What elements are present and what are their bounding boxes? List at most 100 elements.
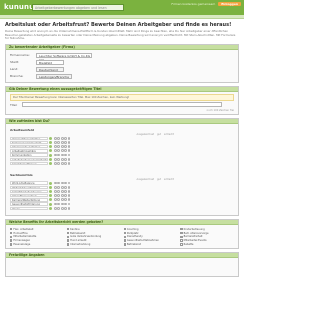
star-icon[interactable] xyxy=(67,194,71,198)
star-icon[interactable] xyxy=(60,136,64,140)
checkbox[interactable] xyxy=(66,231,70,235)
benefit-checkbox-item[interactable]: Rabatte xyxy=(180,243,234,247)
star-icon[interactable] xyxy=(54,194,57,198)
star-icon[interactable] xyxy=(54,185,57,189)
star-icon[interactable] xyxy=(64,198,67,202)
star-icon[interactable] xyxy=(60,149,64,153)
star-icon[interactable] xyxy=(54,202,57,206)
star-icon[interactable] xyxy=(60,194,64,198)
star-icon[interactable] xyxy=(60,198,64,202)
city-field[interactable]: Bielefeld xyxy=(36,59,64,65)
checkbox[interactable] xyxy=(180,239,183,242)
info-icon[interactable] xyxy=(49,198,52,202)
star-icon[interactable] xyxy=(60,185,64,189)
info-icon[interactable] xyxy=(49,206,52,210)
star-icon[interactable] xyxy=(67,136,71,140)
star-icon[interactable] xyxy=(67,198,71,202)
star-icon[interactable] xyxy=(64,162,67,165)
star-icon[interactable] xyxy=(67,141,71,144)
star-icon[interactable] xyxy=(67,206,71,210)
info-icon[interactable] xyxy=(49,153,52,157)
star-icon[interactable] xyxy=(64,194,67,198)
star-icon[interactable] xyxy=(60,157,64,161)
star-icon[interactable] xyxy=(60,181,64,185)
star-icon[interactable] xyxy=(64,202,67,206)
header-search-input[interactable]: Arbeitgeberbewertungen abgeben und lesen xyxy=(32,4,124,11)
info-icon[interactable] xyxy=(49,202,52,206)
star-icon[interactable] xyxy=(57,190,61,193)
star-icon[interactable] xyxy=(54,145,57,149)
info-icon[interactable] xyxy=(49,161,52,165)
review-title-input[interactable] xyxy=(22,102,222,108)
star-icon[interactable] xyxy=(54,190,57,193)
star-icon[interactable] xyxy=(57,181,61,185)
checkbox[interactable] xyxy=(180,243,183,246)
star-icon[interactable] xyxy=(67,149,71,153)
benefit-checkbox-item[interactable]: Essenszulage xyxy=(10,243,64,247)
country-select[interactable]: Deutschland xyxy=(36,66,64,72)
star-icon[interactable] xyxy=(64,206,67,210)
star-icon[interactable] xyxy=(54,157,57,161)
checkbox[interactable] xyxy=(10,235,13,238)
star-icon[interactable] xyxy=(57,185,61,189)
star-icon[interactable] xyxy=(57,149,61,153)
star-icon[interactable] xyxy=(57,198,61,202)
star-icon[interactable] xyxy=(64,185,67,189)
benefit-checkbox-item[interactable]: Internetnutzung xyxy=(66,243,121,247)
info-icon[interactable] xyxy=(49,149,52,153)
star-icon[interactable] xyxy=(67,190,71,193)
checkbox[interactable] xyxy=(180,231,183,235)
star-icon[interactable] xyxy=(64,157,67,161)
header-account-text[interactable]: Firmen kostenlos gemeinsam xyxy=(171,2,215,6)
benefit-checkbox-item[interactable]: Betriebsrat xyxy=(123,243,178,247)
star-icon[interactable] xyxy=(57,153,61,157)
checkbox[interactable] xyxy=(66,239,70,242)
star-icon[interactable] xyxy=(57,202,61,206)
star-icon[interactable] xyxy=(67,185,71,189)
star-icon[interactable] xyxy=(67,162,71,165)
checkbox[interactable] xyxy=(123,239,126,242)
info-icon[interactable] xyxy=(49,145,52,149)
star-icon[interactable] xyxy=(54,136,57,140)
star-icon[interactable] xyxy=(64,181,67,185)
star-icon[interactable] xyxy=(54,149,57,153)
star-icon[interactable] xyxy=(64,141,67,144)
star-icon[interactable] xyxy=(64,190,67,193)
star-icon[interactable] xyxy=(57,162,61,165)
checkbox[interactable] xyxy=(123,243,126,246)
star-icon[interactable] xyxy=(60,153,64,157)
star-icon[interactable] xyxy=(60,141,64,144)
checkbox[interactable] xyxy=(123,228,126,231)
checkbox[interactable] xyxy=(10,243,13,246)
checkbox[interactable] xyxy=(123,235,126,238)
star-icon[interactable] xyxy=(57,136,61,140)
checkbox[interactable] xyxy=(66,235,70,238)
star-icon[interactable] xyxy=(57,157,61,161)
info-icon[interactable] xyxy=(49,136,52,140)
info-icon[interactable] xyxy=(49,157,52,161)
star-icon[interactable] xyxy=(67,145,71,149)
checkbox[interactable] xyxy=(10,239,13,242)
star-icon[interactable] xyxy=(64,136,67,140)
star-icon[interactable] xyxy=(54,153,57,157)
star-icon[interactable] xyxy=(54,141,57,144)
checkbox[interactable] xyxy=(180,235,183,238)
star-icon[interactable] xyxy=(67,153,71,157)
checkbox[interactable] xyxy=(10,231,13,235)
checkbox[interactable] xyxy=(10,228,13,231)
star-icon[interactable] xyxy=(60,202,64,206)
star-icon[interactable] xyxy=(64,153,67,157)
company-name-field[interactable]: Leuchter Software GmbH & Co.KG (m) xyxy=(36,52,92,62)
star-icon[interactable] xyxy=(64,149,67,153)
star-icon[interactable] xyxy=(64,145,67,149)
star-icon[interactable] xyxy=(54,198,57,202)
info-icon[interactable] xyxy=(49,189,52,193)
info-icon[interactable] xyxy=(49,181,52,185)
info-icon[interactable] xyxy=(49,194,52,198)
checkbox[interactable] xyxy=(66,243,70,246)
star-icon[interactable] xyxy=(60,206,64,210)
info-icon[interactable] xyxy=(49,140,52,144)
industry-select[interactable]: Leistungen/Branche xyxy=(36,73,72,79)
star-icon[interactable] xyxy=(57,206,61,210)
checkbox[interactable] xyxy=(66,228,70,231)
